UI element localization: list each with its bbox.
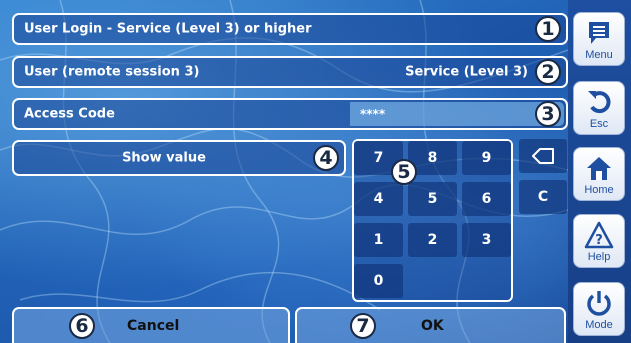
cancel-label: Cancel bbox=[127, 318, 180, 334]
backspace-button[interactable] bbox=[519, 139, 567, 173]
esc-label: Esc bbox=[589, 118, 609, 130]
ok-button[interactable]: 7 OK bbox=[295, 307, 566, 343]
home-icon bbox=[587, 157, 611, 180]
help-icon: ? bbox=[584, 221, 614, 249]
numeric-keypad: 7 8 9 4 5 6 1 2 3 0 5 bbox=[352, 139, 513, 302]
key-2[interactable]: 2 bbox=[408, 223, 457, 257]
menu-icon bbox=[589, 22, 609, 44]
badge-2: 2 bbox=[535, 59, 561, 85]
key-4[interactable]: 4 bbox=[354, 182, 403, 216]
badge-5: 5 bbox=[391, 159, 417, 185]
badge-6: 6 bbox=[69, 313, 95, 339]
key-6[interactable]: 6 bbox=[462, 182, 511, 216]
show-value-label: Show value bbox=[122, 150, 206, 166]
badge-1: 1 bbox=[535, 16, 561, 42]
ok-label: OK bbox=[421, 318, 444, 334]
backspace-arrow-icon bbox=[532, 148, 554, 164]
menu-button[interactable]: Menu bbox=[573, 12, 625, 66]
key-3[interactable]: 3 bbox=[462, 223, 511, 257]
esc-button[interactable]: Esc bbox=[573, 81, 625, 135]
home-button[interactable]: Home bbox=[573, 147, 625, 201]
help-button[interactable]: ? Help bbox=[573, 214, 625, 268]
help-label: Help bbox=[587, 251, 611, 263]
login-title-bar: User Login - Service (Level 3) or higher… bbox=[12, 13, 568, 45]
access-code-field[interactable]: **** bbox=[350, 102, 564, 126]
power-icon bbox=[587, 291, 611, 316]
mode-button[interactable]: Mode bbox=[573, 282, 625, 336]
key-9[interactable]: 9 bbox=[462, 141, 511, 175]
badge-3: 3 bbox=[535, 101, 561, 127]
svg-text:?: ? bbox=[595, 233, 603, 248]
show-value-button[interactable]: Show value 4 bbox=[12, 140, 346, 176]
badge-7: 7 bbox=[350, 313, 376, 339]
sidebar: Menu Esc Home ? Help Mode bbox=[568, 0, 631, 343]
home-label: Home bbox=[584, 184, 614, 196]
cancel-button[interactable]: 6 Cancel bbox=[12, 307, 290, 343]
key-5[interactable]: 5 bbox=[408, 182, 457, 216]
key-1[interactable]: 1 bbox=[354, 223, 403, 257]
clear-button[interactable]: C bbox=[519, 180, 567, 214]
user-level-value: Service (Level 3) bbox=[405, 64, 528, 80]
mode-label: Mode bbox=[585, 319, 613, 331]
access-code-label: Access Code bbox=[24, 106, 115, 122]
undo-icon bbox=[588, 91, 611, 114]
access-code-masked-value: **** bbox=[360, 107, 386, 121]
menu-label: Menu bbox=[585, 49, 613, 61]
key-0[interactable]: 0 bbox=[354, 264, 403, 298]
badge-4: 4 bbox=[313, 145, 339, 171]
user-label: User (remote session 3) bbox=[24, 64, 200, 80]
user-bar[interactable]: User (remote session 3) Service (Level 3… bbox=[12, 56, 568, 88]
access-code-bar[interactable]: Access Code **** 3 bbox=[12, 98, 568, 130]
login-title: User Login - Service (Level 3) or higher bbox=[24, 21, 312, 37]
